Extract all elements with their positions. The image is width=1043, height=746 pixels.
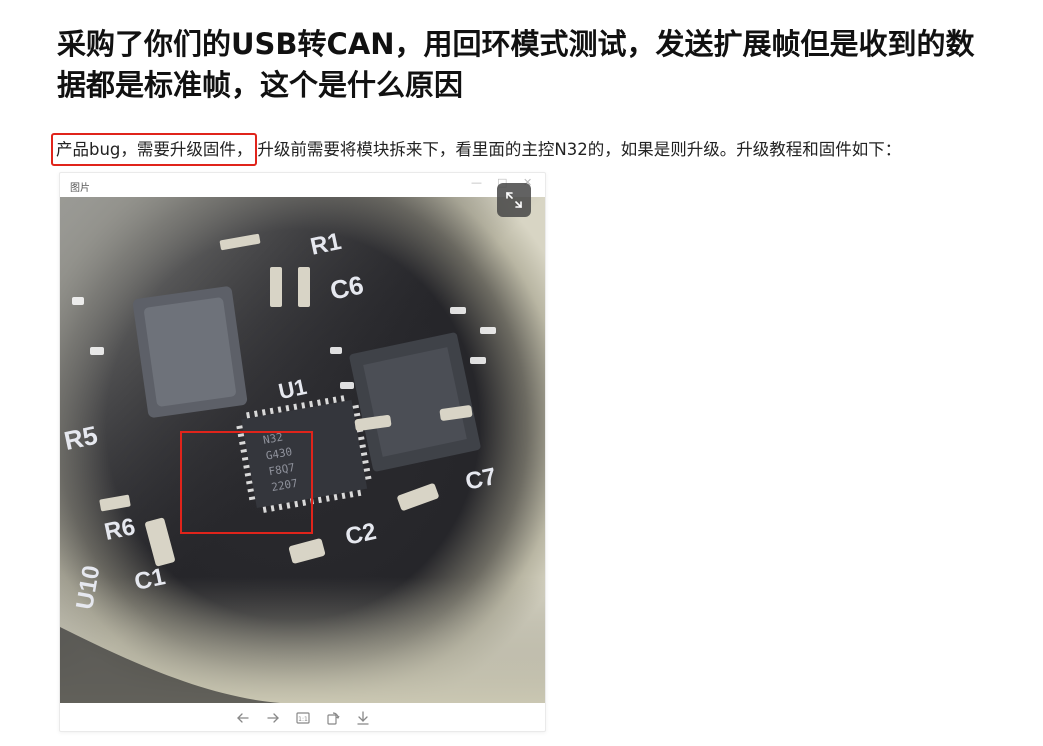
rotate-button[interactable] — [325, 710, 341, 726]
pcb-photo[interactable]: N32 G430 F8Q7 2207 R5 R6 C1 U10 C2 C7 C6… — [60, 197, 545, 703]
highlighted-answer: 产品bug，需要升级固件， — [51, 133, 258, 166]
actual-size-button[interactable]: 1:1 — [295, 710, 311, 726]
answer-rest: 升级前需要将模块拆来下，看里面的主控N32的，如果是则升级。升级教程和固件如下： — [257, 140, 902, 159]
download-icon — [356, 711, 369, 725]
viewer-title: 图片 — [70, 183, 90, 194]
viewer-titlebar: 图片 — □ ✕ — [60, 173, 545, 197]
prev-button[interactable] — [235, 710, 251, 726]
actual-size-icon: 1:1 — [295, 712, 310, 724]
rotate-icon — [326, 712, 340, 725]
viewer-toolbar: 1:1 — [60, 707, 545, 729]
answer-text: 产品bug，需要升级固件， 升级前需要将模块拆来下，看里面的主控N32的，如果是则… — [51, 133, 1017, 166]
download-button[interactable] — [355, 710, 371, 726]
image-viewer: 图片 — □ ✕ — [59, 172, 546, 732]
question-title: 采购了你们的USB转CAN，用回环模式测试，发送扩展帧但是收到的数据都是标准帧，… — [57, 27, 975, 102]
expand-button[interactable] — [497, 183, 531, 217]
actual-size-label: 1:1 — [298, 716, 308, 723]
arrow-right-icon — [266, 713, 279, 723]
expand-icon — [506, 192, 522, 208]
arrow-left-icon — [236, 713, 249, 723]
minimize-button[interactable]: — — [471, 176, 482, 189]
next-button[interactable] — [265, 710, 281, 726]
